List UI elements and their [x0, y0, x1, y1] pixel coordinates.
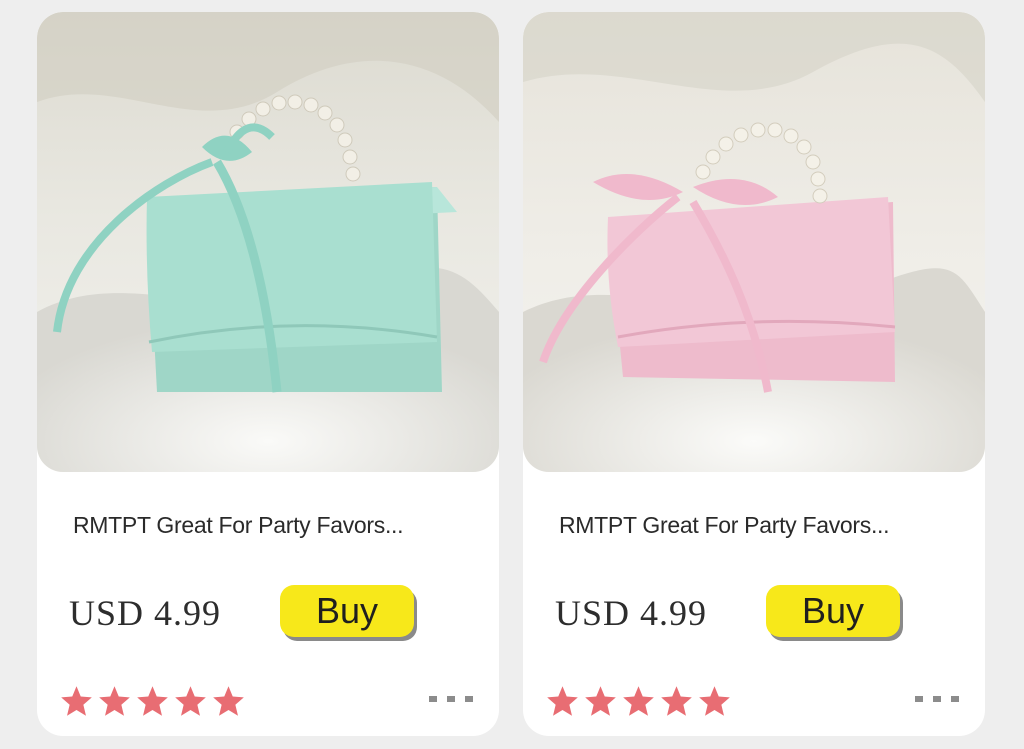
dot [447, 696, 455, 702]
product-title[interactable]: RMTPT Great For Party Favors... [559, 512, 890, 539]
rating-stars [545, 684, 732, 719]
product-card[interactable]: RMTPT Great For Party Favors... USD 4.99… [37, 12, 499, 736]
more-options-icon[interactable] [915, 696, 959, 702]
rating-stars [59, 684, 246, 719]
more-options-icon[interactable] [429, 696, 473, 702]
product-image[interactable] [523, 12, 985, 472]
star-icon [61, 686, 92, 716]
product-grid: RMTPT Great For Party Favors... USD 4.99… [0, 0, 1024, 749]
dot [951, 696, 959, 702]
product-image[interactable] [37, 12, 499, 472]
dot [429, 696, 437, 702]
star-icon [137, 686, 168, 716]
buy-button[interactable]: Buy [766, 585, 900, 637]
product-price: USD 4.99 [69, 593, 222, 633]
star-icon [99, 686, 130, 716]
buy-button[interactable]: Buy [280, 585, 414, 637]
product-title[interactable]: RMTPT Great For Party Favors... [73, 512, 404, 539]
gift-box-photo [523, 12, 985, 472]
star-icon [547, 686, 578, 716]
star-icon [213, 686, 244, 716]
dot [465, 696, 473, 702]
star-icon [623, 686, 654, 716]
gift-box-photo [37, 12, 499, 472]
product-price: USD 4.99 [555, 593, 708, 633]
star-icon [661, 686, 692, 716]
dot [933, 696, 941, 702]
star-icon [699, 686, 730, 716]
product-card[interactable]: RMTPT Great For Party Favors... USD 4.99… [523, 12, 985, 736]
star-icon [585, 686, 616, 716]
star-icon [175, 686, 206, 716]
dot [915, 696, 923, 702]
